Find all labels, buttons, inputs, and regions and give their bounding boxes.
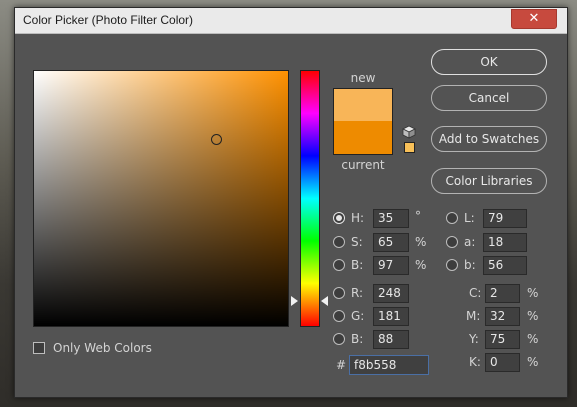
cancel-button[interactable]: Cancel: [431, 85, 547, 111]
lightness-field[interactable]: 79: [483, 209, 527, 228]
blue-field[interactable]: 88: [373, 330, 409, 349]
only-web-colors-checkbox[interactable]: [33, 342, 45, 354]
lightness-radio[interactable]: [446, 212, 458, 224]
red-radio[interactable]: [333, 287, 345, 299]
brightness-radio[interactable]: [333, 259, 345, 271]
only-web-colors-label[interactable]: Only Web Colors: [53, 341, 152, 355]
green-label: G:: [351, 309, 365, 323]
new-color-swatch: [333, 88, 393, 121]
hue-slider-left-arrow-icon[interactable]: [291, 296, 298, 306]
lightness-label: L:: [464, 211, 475, 225]
yellow-field[interactable]: 75: [485, 330, 520, 349]
close-button[interactable]: ✕: [511, 9, 557, 29]
new-color-label: new: [350, 71, 376, 85]
hue-field[interactable]: 35: [373, 209, 409, 228]
red-label: R:: [351, 286, 364, 300]
color-libraries-button[interactable]: Color Libraries: [431, 168, 547, 194]
hex-hash-label: #: [336, 358, 347, 372]
b-channel-field[interactable]: 56: [483, 256, 527, 275]
magenta-label: M:: [466, 309, 481, 323]
cyan-label: C:: [469, 286, 482, 300]
current-color-label: current: [341, 158, 385, 172]
b-channel-radio[interactable]: [446, 259, 458, 271]
yellow-unit: %: [527, 332, 539, 346]
black-unit: %: [527, 355, 539, 369]
brightness-unit: %: [415, 258, 427, 272]
hue-radio[interactable]: [333, 212, 345, 224]
blue-label: B:: [351, 332, 364, 346]
saturation-field[interactable]: 65: [373, 233, 409, 252]
saturation-label: S:: [351, 235, 363, 249]
cube-icon[interactable]: [402, 125, 416, 139]
hue-label: H:: [351, 211, 365, 225]
title-bar: Color Picker (Photo Filter Color) ✕: [15, 8, 567, 34]
green-field[interactable]: 181: [373, 307, 409, 326]
hue-slider[interactable]: [300, 70, 320, 327]
magenta-field[interactable]: 32: [485, 307, 520, 326]
saturation-brightness-field[interactable]: [33, 70, 289, 327]
magenta-unit: %: [527, 309, 539, 323]
cyan-field[interactable]: 2: [485, 284, 520, 303]
saturation-unit: %: [415, 235, 427, 249]
color-picker-dialog: Color Picker (Photo Filter Color) ✕ new …: [14, 7, 568, 398]
saturation-radio[interactable]: [333, 236, 345, 248]
hue-slider-right-arrow-icon[interactable]: [321, 296, 328, 306]
brightness-field[interactable]: 97: [373, 256, 409, 275]
current-color-swatch[interactable]: [333, 121, 393, 155]
hex-field[interactable]: f8b558: [349, 355, 429, 375]
color-picker-circle[interactable]: [211, 134, 222, 145]
black-label: K:: [469, 355, 481, 369]
yellow-label: Y:: [469, 332, 479, 346]
blue-radio[interactable]: [333, 333, 345, 345]
black-field[interactable]: 0: [485, 353, 520, 372]
add-to-swatches-button[interactable]: Add to Swatches: [431, 126, 547, 152]
b-channel-label: b:: [464, 258, 476, 272]
a-channel-radio[interactable]: [446, 236, 458, 248]
brightness-label: B:: [351, 258, 364, 272]
a-channel-field[interactable]: 18: [483, 233, 527, 252]
a-channel-label: a:: [464, 235, 476, 249]
degree-unit: °: [415, 209, 421, 223]
ok-button[interactable]: OK: [431, 49, 547, 75]
window-title: Color Picker (Photo Filter Color): [23, 13, 194, 27]
green-radio[interactable]: [333, 310, 345, 322]
red-field[interactable]: 248: [373, 284, 409, 303]
web-safe-color-swatch[interactable]: [404, 142, 415, 153]
cyan-unit: %: [527, 286, 539, 300]
